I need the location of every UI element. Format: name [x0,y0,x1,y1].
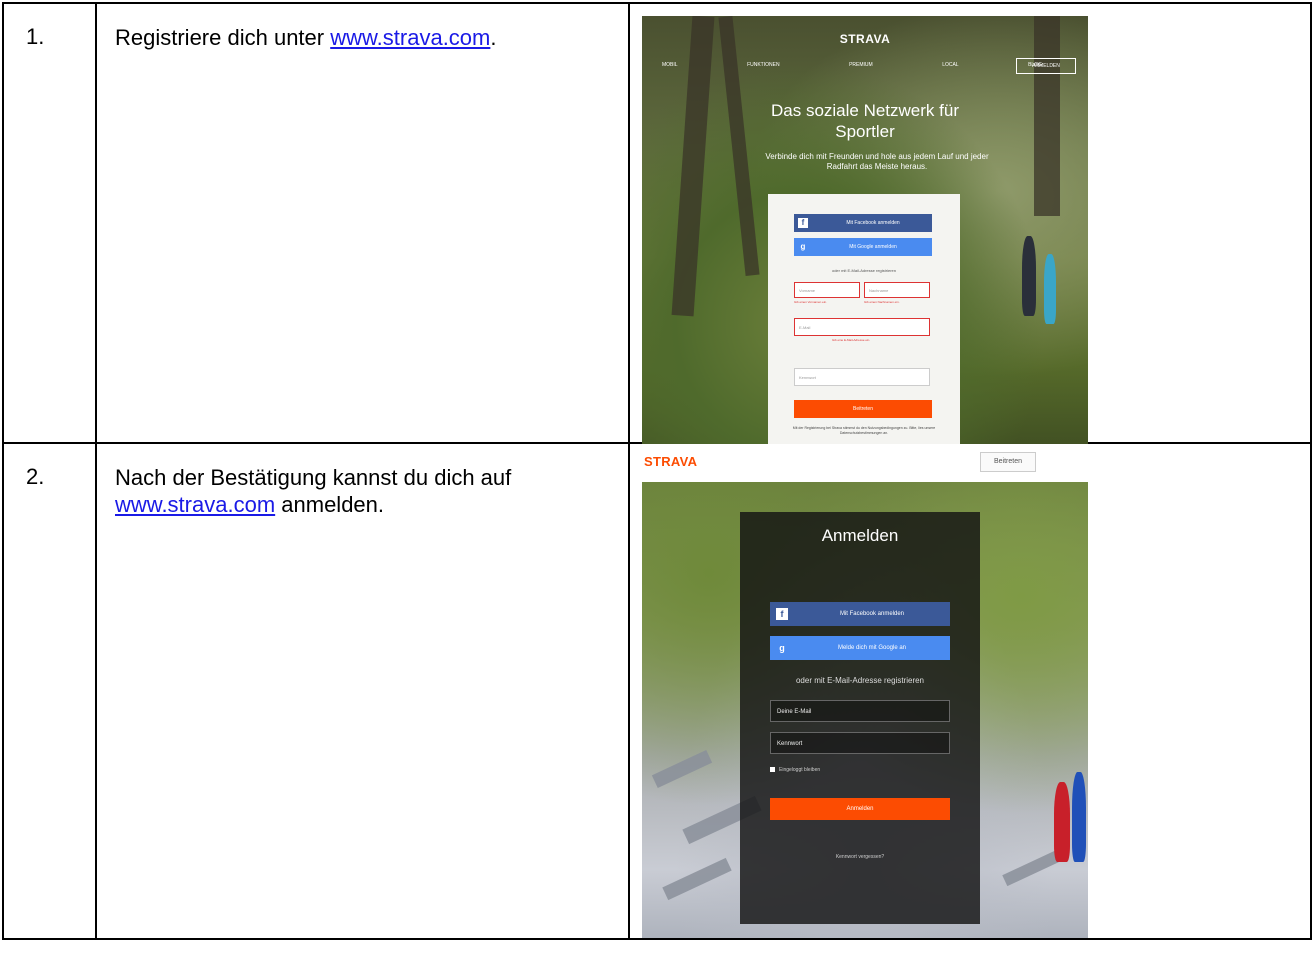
or-email-text: oder mit E-Mail-Adresse registrieren [831,268,897,273]
google-signup-button[interactable]: g Mit Google anmelden [794,238,932,256]
strava-logo: STRAVA [644,454,698,469]
google-button-label: Mit Google anmelden [849,244,897,250]
firstname-error: Gib einen Vornamen ein. [794,300,828,304]
facebook-button-label: Mit Facebook anmelden [846,220,900,226]
password-input[interactable]: Kennwort [770,732,950,754]
remember-me[interactable]: Eingeloggt bleiben [770,767,820,773]
remember-label: Eingeloggt bleiben [779,767,821,773]
top-nav: MOBIL FUNKTIONEN PREMIUM LOCAL BLOG [662,62,1042,68]
login-title: Anmelden [821,526,899,545]
slate-rock [651,749,713,789]
row-number-cell: 2. [2,442,97,940]
runner-figure [1072,772,1086,862]
nav-item-funktionen[interactable]: FUNKTIONEN [747,62,780,68]
signup-card: f Mit Facebook anmelden g Mit Google anm… [768,194,960,454]
instruction-text: Nach der Bestätigung kannst du dich auf … [97,444,628,518]
google-icon: g [800,242,806,251]
login-button[interactable]: Anmelden [770,798,950,820]
lastname-input[interactable]: Nachname [864,282,930,298]
screenshot-container: STRAVA Beitreten Anmelden f Mit Facebook… [630,444,1310,938]
screenshot-container: STRAVA MOBIL FUNKTIONEN PREMIUM LOCAL BL… [630,4,1310,454]
instruction-table: 1. Registriere dich unter www.strava.com… [2,2,1312,940]
email-error: Gib eine E-Mail-Adresse ein. [832,338,871,342]
text-after-link: . [490,25,497,50]
hero-subheadline: Verbinde dich mit Freunden und hole aus … [765,152,989,171]
table-row: 1. Registriere dich unter www.strava.com… [2,2,1312,454]
or-email-text: oder mit E-Mail-Adresse registrieren [795,676,925,685]
hero-headline: Das soziale Netzwerk für Sportler [770,101,959,141]
row-number-cell: 1. [2,2,97,444]
password-input[interactable]: Kennwort [794,368,930,386]
screenshot-cell: STRAVA MOBIL FUNKTIONEN PREMIUM LOCAL BL… [628,2,1312,454]
instruction-text: Registriere dich unter www.strava.com. [97,4,628,51]
email-input[interactable]: Deine E-Mail [770,700,950,722]
row-number: 2. [26,464,45,489]
nav-item-premium[interactable]: PREMIUM [849,62,873,68]
text-before-link: Nach der Bestätigung kannst du dich auf [115,465,512,490]
join-button[interactable]: Beitreten [794,400,932,418]
slate-rock [1002,849,1062,887]
login-panel: Anmelden f Mit Facebook anmelden g Melde… [740,512,980,924]
strava-link[interactable]: www.strava.com [330,25,490,50]
checkbox[interactable] [770,767,775,773]
text-after-link: anmelden. [275,492,385,517]
facebook-icon: f [798,218,808,228]
table-row: 2. Nach der Bestätigung kannst du dich a… [2,442,1312,940]
instruction-cell: Nach der Bestätigung kannst du dich auf … [95,442,630,940]
slate-rock [662,857,732,901]
instruction-cell: Registriere dich unter www.strava.com. [95,2,630,444]
google-button-label: Melde dich mit Google an [837,645,907,651]
nav-item-mobil[interactable]: MOBIL [662,62,678,68]
strava-login-screenshot: STRAVA Beitreten Anmelden f Mit Facebook… [630,444,1096,938]
facebook-button-label: Mit Facebook anmelden [839,611,905,617]
login-nav-button[interactable]: ANMELDEN [1016,58,1076,74]
google-icon: g [779,643,785,653]
text-before-link: Registriere dich unter [115,25,331,50]
strava-link[interactable]: www.strava.com [115,492,275,517]
facebook-icon: f [776,608,788,620]
screenshot-cell: STRAVA Beitreten Anmelden f Mit Facebook… [628,442,1312,940]
facebook-login-button[interactable]: f Mit Facebook anmelden [770,602,950,626]
runner-figure [1044,254,1056,324]
runner-figure [1054,782,1070,862]
top-bar: STRAVA Beitreten [630,444,1096,482]
facebook-signup-button[interactable]: f Mit Facebook anmelden [794,214,932,232]
nav-item-local[interactable]: LOCAL [942,62,958,68]
row-number: 1. [26,24,45,49]
terms-text: Mit der Registrierung bei Strava stimmst… [792,426,936,435]
forgot-password-link[interactable]: Kennwort vergessen? [740,854,980,860]
tree-trunk [718,16,760,277]
strava-signup-screenshot: STRAVA MOBIL FUNKTIONEN PREMIUM LOCAL BL… [642,16,1088,454]
join-button[interactable]: Beitreten [980,452,1036,472]
firstname-input[interactable]: Vorname [794,282,860,298]
email-input[interactable]: E-Mail [794,318,930,336]
strava-logo: STRAVA [839,32,891,46]
lastname-error: Gib einen Nachnamen ein. [864,300,900,304]
runner-figure [1022,236,1036,316]
google-login-button[interactable]: g Melde dich mit Google an [770,636,950,660]
